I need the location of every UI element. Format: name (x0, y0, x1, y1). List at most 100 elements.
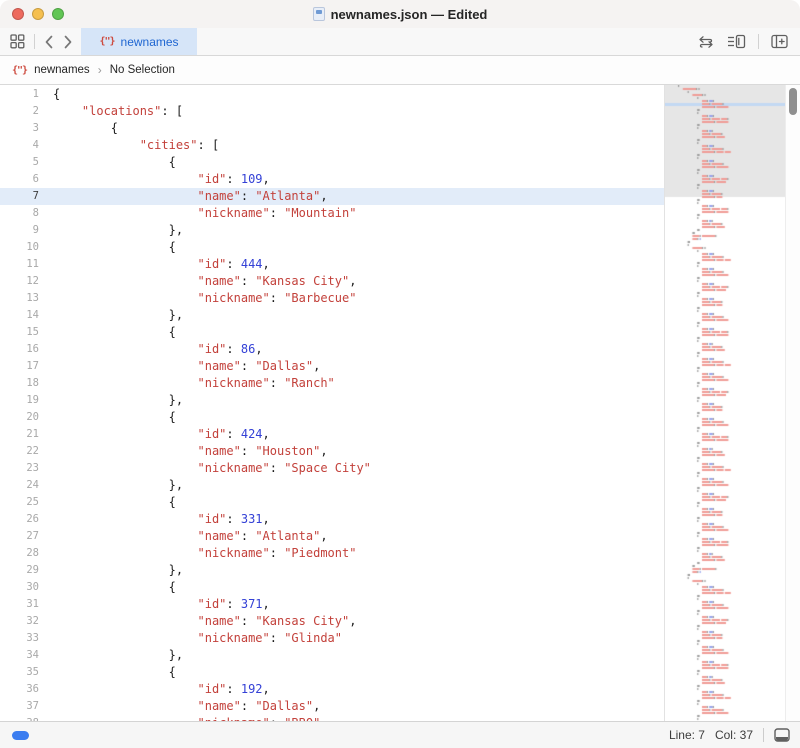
code-line[interactable]: 26 "id": 331, (0, 511, 664, 528)
code-line[interactable]: 13 "nickname": "Barbecue" (0, 290, 664, 307)
code-line[interactable]: 37 "name": "Dallas", (0, 698, 664, 715)
editor[interactable]: 1{2 "locations": [3 {4 "cities": [5 {6 "… (0, 85, 664, 721)
code-text: "id": 444, (45, 256, 270, 273)
code-line[interactable]: 14 }, (0, 307, 664, 324)
line-number[interactable]: 22 (0, 443, 45, 460)
code-line[interactable]: 21 "id": 424, (0, 426, 664, 443)
code-line[interactable]: 34 }, (0, 647, 664, 664)
line-number[interactable]: 16 (0, 341, 45, 358)
line-number[interactable]: 11 (0, 256, 45, 273)
title-bar[interactable]: newnames.json — Edited (0, 0, 800, 28)
code-line[interactable]: 16 "id": 86, (0, 341, 664, 358)
minimap[interactable] (664, 85, 785, 721)
line-number[interactable]: 37 (0, 698, 45, 715)
code-line[interactable]: 12 "name": "Kansas City", (0, 273, 664, 290)
code-text: { (45, 239, 176, 256)
line-number[interactable]: 30 (0, 579, 45, 596)
code-line[interactable]: 32 "name": "Kansas City", (0, 613, 664, 630)
line-number[interactable]: 36 (0, 681, 45, 698)
code-line[interactable]: 30 { (0, 579, 664, 596)
line-number[interactable]: 26 (0, 511, 45, 528)
breadcrumb-file[interactable]: newnames (34, 64, 90, 76)
line-number[interactable]: 34 (0, 647, 45, 664)
line-number[interactable]: 7 (0, 188, 45, 205)
code-text: }, (45, 222, 183, 239)
line-number[interactable]: 15 (0, 324, 45, 341)
code-line[interactable]: 23 "nickname": "Space City" (0, 460, 664, 477)
code-line[interactable]: 5 { (0, 154, 664, 171)
code-text: "nickname": "Space City" (45, 460, 371, 477)
line-number[interactable]: 8 (0, 205, 45, 222)
code-line[interactable]: 1{ (0, 86, 664, 103)
line-number[interactable]: 20 (0, 409, 45, 426)
editor-options-icon[interactable] (727, 34, 746, 49)
line-number[interactable]: 25 (0, 494, 45, 511)
line-number[interactable]: 13 (0, 290, 45, 307)
code-line[interactable]: 8 "nickname": "Mountain" (0, 205, 664, 222)
line-number[interactable]: 18 (0, 375, 45, 392)
code-line[interactable]: 2 "locations": [ (0, 103, 664, 120)
line-number[interactable]: 27 (0, 528, 45, 545)
line-number[interactable]: 12 (0, 273, 45, 290)
line-number[interactable]: 19 (0, 392, 45, 409)
line-number[interactable]: 6 (0, 171, 45, 188)
line-number[interactable]: 32 (0, 613, 45, 630)
line-number[interactable]: 5 (0, 154, 45, 171)
code-line[interactable]: 24 }, (0, 477, 664, 494)
code-line[interactable]: 35 { (0, 664, 664, 681)
tab-newnames[interactable]: {"} newnames (81, 28, 197, 55)
document-proxy-icon[interactable] (313, 7, 325, 21)
code-line[interactable]: 31 "id": 371, (0, 596, 664, 613)
code-line[interactable]: 10 { (0, 239, 664, 256)
code-line[interactable]: 11 "id": 444, (0, 256, 664, 273)
line-number[interactable]: 3 (0, 120, 45, 137)
line-number[interactable]: 14 (0, 307, 45, 324)
code-review-icon[interactable] (697, 35, 715, 49)
code-line[interactable]: 27 "name": "Atlanta", (0, 528, 664, 545)
code-line[interactable]: 17 "name": "Dallas", (0, 358, 664, 375)
line-number[interactable]: 10 (0, 239, 45, 256)
line-number[interactable]: 17 (0, 358, 45, 375)
code-line[interactable]: 29 }, (0, 562, 664, 579)
line-number[interactable]: 31 (0, 596, 45, 613)
code-line[interactable]: 33 "nickname": "Glinda" (0, 630, 664, 647)
code-text: }, (45, 562, 183, 579)
code-text: }, (45, 647, 183, 664)
line-number[interactable]: 35 (0, 664, 45, 681)
line-number[interactable]: 23 (0, 460, 45, 477)
code-line[interactable]: 15 { (0, 324, 664, 341)
line-number[interactable]: 9 (0, 222, 45, 239)
breadcrumb-selection[interactable]: No Selection (110, 64, 175, 76)
code-line[interactable]: 25 { (0, 494, 664, 511)
line-number[interactable]: 24 (0, 477, 45, 494)
tab-overview-icon[interactable] (10, 34, 25, 49)
code-line[interactable]: 20 { (0, 409, 664, 426)
code-line[interactable]: 22 "name": "Houston", (0, 443, 664, 460)
scrollbar-thumb[interactable] (789, 88, 797, 115)
toggle-bottom-bar-icon[interactable] (774, 728, 790, 742)
code-line[interactable]: 6 "id": 109, (0, 171, 664, 188)
line-number[interactable]: 21 (0, 426, 45, 443)
code-line[interactable]: 36 "id": 192, (0, 681, 664, 698)
line-number[interactable]: 29 (0, 562, 45, 579)
code-line[interactable]: 9 }, (0, 222, 664, 239)
minimize-window-button[interactable] (32, 8, 44, 20)
close-window-button[interactable] (12, 8, 24, 20)
code-line[interactable]: 7 "name": "Atlanta", (0, 188, 664, 205)
line-number[interactable]: 1 (0, 86, 45, 103)
back-chevron-icon[interactable] (44, 35, 54, 49)
line-number[interactable]: 33 (0, 630, 45, 647)
zoom-window-button[interactable] (52, 8, 64, 20)
code-text: "nickname": "Mountain" (45, 205, 356, 222)
code-line[interactable]: 3 { (0, 120, 664, 137)
line-number[interactable]: 2 (0, 103, 45, 120)
line-number[interactable]: 4 (0, 137, 45, 154)
add-editor-icon[interactable] (771, 34, 788, 49)
code-line[interactable]: 4 "cities": [ (0, 137, 664, 154)
code-line[interactable]: 28 "nickname": "Piedmont" (0, 545, 664, 562)
code-line[interactable]: 19 }, (0, 392, 664, 409)
code-line[interactable]: 18 "nickname": "Ranch" (0, 375, 664, 392)
forward-chevron-icon[interactable] (63, 35, 73, 49)
line-number[interactable]: 28 (0, 545, 45, 562)
scrollbar-track[interactable] (785, 85, 800, 721)
